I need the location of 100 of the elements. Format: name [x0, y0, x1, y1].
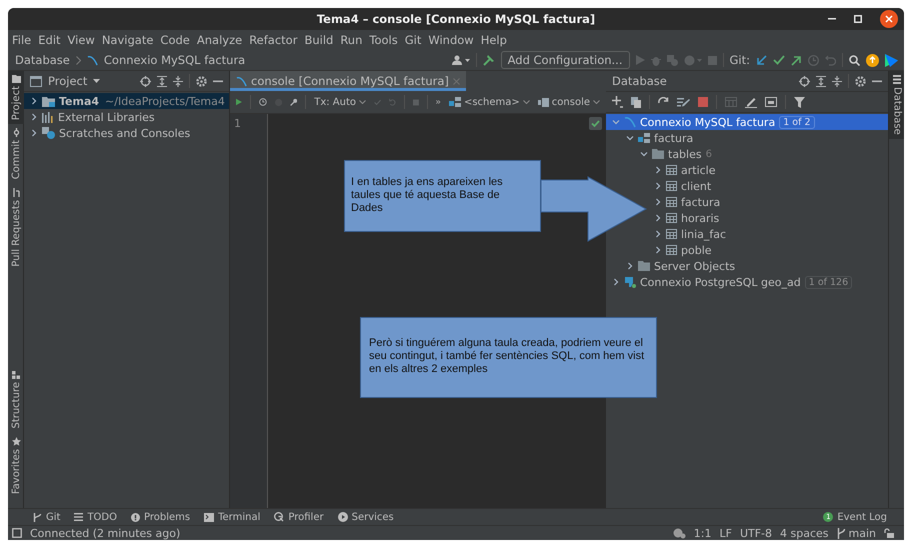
chevron-icon[interactable]	[30, 97, 38, 105]
chevron-icon[interactable]	[654, 230, 662, 238]
arrow-icon[interactable]	[756, 54, 767, 66]
collapse-all-icon[interactable]	[832, 76, 842, 86]
menu-item[interactable]: Analyze	[196, 33, 242, 47]
status-item[interactable]: 4 spaces	[780, 526, 829, 540]
tool-window-button[interactable]: Problems	[128, 512, 194, 522]
breadcrumb[interactable]: Connexio MySQL factura	[104, 53, 246, 67]
console-icon[interactable]	[765, 97, 777, 107]
tool-window-tab[interactable]: Commit	[8, 124, 24, 184]
check-icon[interactable]	[374, 98, 382, 106]
tree-item[interactable]: factura	[626, 130, 694, 146]
settings-icon[interactable]	[855, 76, 866, 86]
more-icon[interactable]	[436, 99, 441, 105]
chevron-icon[interactable]	[640, 150, 648, 158]
minimize-icon[interactable]	[828, 18, 836, 20]
breadcrumb[interactable]: Database	[15, 53, 70, 67]
tool-window-tab[interactable]: Database	[889, 71, 904, 139]
close-icon[interactable]	[880, 10, 898, 28]
menu-item[interactable]: Build	[304, 33, 334, 47]
tree-item[interactable]: factura	[654, 194, 720, 210]
editor-tab[interactable]: console [Connexio MySQL factura]	[230, 71, 466, 91]
layout-icon[interactable]	[12, 528, 22, 538]
pencil-icon[interactable]	[745, 96, 757, 108]
tree-item[interactable]: poble	[654, 242, 712, 258]
session-dropdown[interactable]: console	[538, 96, 600, 108]
wrench-icon[interactable]	[290, 96, 298, 108]
minimize-icon[interactable]	[213, 80, 223, 82]
chevron-icon[interactable]	[654, 166, 662, 174]
branch-widget[interactable]: main	[836, 526, 876, 540]
tree-item[interactable]: Connexio MySQL factura 1 of 2	[606, 114, 888, 130]
update-icon[interactable]	[866, 54, 879, 66]
menu-item[interactable]: Tools	[369, 33, 398, 47]
user-icon[interactable]	[452, 55, 470, 65]
chevron-icon[interactable]	[654, 214, 662, 222]
copy-icon[interactable]	[631, 96, 641, 108]
tool-window-button[interactable]: Terminal	[201, 512, 264, 522]
expand-all-icon[interactable]	[157, 76, 167, 86]
menu-item[interactable]: Edit	[38, 33, 61, 47]
chevron-icon[interactable]	[654, 246, 662, 254]
filter-icon[interactable]	[794, 96, 805, 108]
tool-window-button[interactable]: TODO	[71, 512, 120, 522]
search-icon[interactable]	[849, 54, 860, 66]
minimize-icon[interactable]	[872, 80, 882, 82]
status-item[interactable]: UTF-8	[740, 526, 772, 540]
chevron-icon[interactable]	[626, 134, 634, 142]
tool-window-button[interactable]: Profiler	[271, 512, 327, 522]
menu-item[interactable]: Navigate	[102, 33, 154, 47]
menu-item[interactable]: Window	[428, 33, 474, 47]
menu-item[interactable]: File	[12, 33, 32, 47]
chevron-icon[interactable]	[654, 198, 662, 206]
clock-icon[interactable]	[258, 96, 267, 108]
chevron-icon[interactable]	[30, 129, 38, 137]
lock-icon[interactable]	[884, 528, 894, 538]
tree-item[interactable]: Scratches and Consoles	[24, 125, 229, 141]
add-icon[interactable]	[612, 96, 623, 108]
tree-item[interactable]: article	[654, 162, 716, 178]
menu-item[interactable]: Help	[480, 33, 507, 47]
menu-item[interactable]: Git	[404, 33, 422, 47]
panel-title[interactable]: Project	[48, 74, 88, 88]
tree-item[interactable]: linia_fac	[654, 226, 726, 242]
chevron-icon[interactable]	[612, 278, 620, 286]
menu-item[interactable]: Run	[340, 33, 362, 47]
add-configuration-button[interactable]: Add Configuration...	[500, 51, 630, 69]
tool-window-tab[interactable]: Pull Requests	[8, 184, 24, 270]
tool-window-button[interactable]: Services	[334, 512, 397, 522]
logo-icon[interactable]	[885, 54, 898, 66]
status-item[interactable]: LF	[719, 526, 732, 540]
chevron-icon[interactable]	[626, 262, 634, 270]
arrow-icon[interactable]	[791, 54, 802, 66]
status-item[interactable]: 1:1	[694, 526, 712, 540]
tool-window-button[interactable]: Git	[30, 512, 64, 522]
collapse-all-icon[interactable]	[173, 76, 183, 86]
locate-icon[interactable]	[140, 76, 151, 86]
transaction-dropdown[interactable]: Tx: Auto	[314, 96, 366, 108]
settings-icon[interactable]	[196, 76, 207, 86]
maximize-icon[interactable]	[854, 15, 862, 23]
tree-item[interactable]: External Libraries	[24, 109, 229, 125]
expand-all-icon[interactable]	[816, 76, 826, 86]
tool-window-tab[interactable]: Favorites	[8, 432, 24, 498]
menu-item[interactable]: Refactor	[249, 33, 298, 47]
run-icon[interactable]	[236, 97, 242, 107]
schema-dropdown[interactable]: <schema>	[448, 96, 530, 108]
check-icon[interactable]	[773, 55, 785, 65]
tool-window-tab[interactable]: Project	[8, 71, 24, 124]
tree-item[interactable]: tables 6	[640, 146, 712, 162]
tree-item[interactable]: client	[654, 178, 712, 194]
tree-item[interactable]: Connexio PostgreSQL geo_ad 1 of 126	[612, 274, 852, 290]
tool-window-tab[interactable]: Structure	[8, 367, 24, 433]
chevron-icon[interactable]	[30, 113, 38, 121]
tree-item[interactable]: Tema4 ~/IdeaProjects/Tema4	[24, 93, 229, 109]
locate-icon[interactable]	[799, 76, 810, 86]
menu-item[interactable]: Code	[160, 33, 190, 47]
edit-icon[interactable]	[677, 96, 690, 108]
caret-icon[interactable]	[93, 79, 100, 83]
hammer-icon[interactable]	[482, 54, 495, 66]
tree-item[interactable]: horaris	[654, 210, 720, 226]
chevron-icon[interactable]	[654, 182, 662, 190]
menu-item[interactable]: View	[68, 33, 95, 47]
tree-item[interactable]: Server Objects	[626, 258, 736, 274]
